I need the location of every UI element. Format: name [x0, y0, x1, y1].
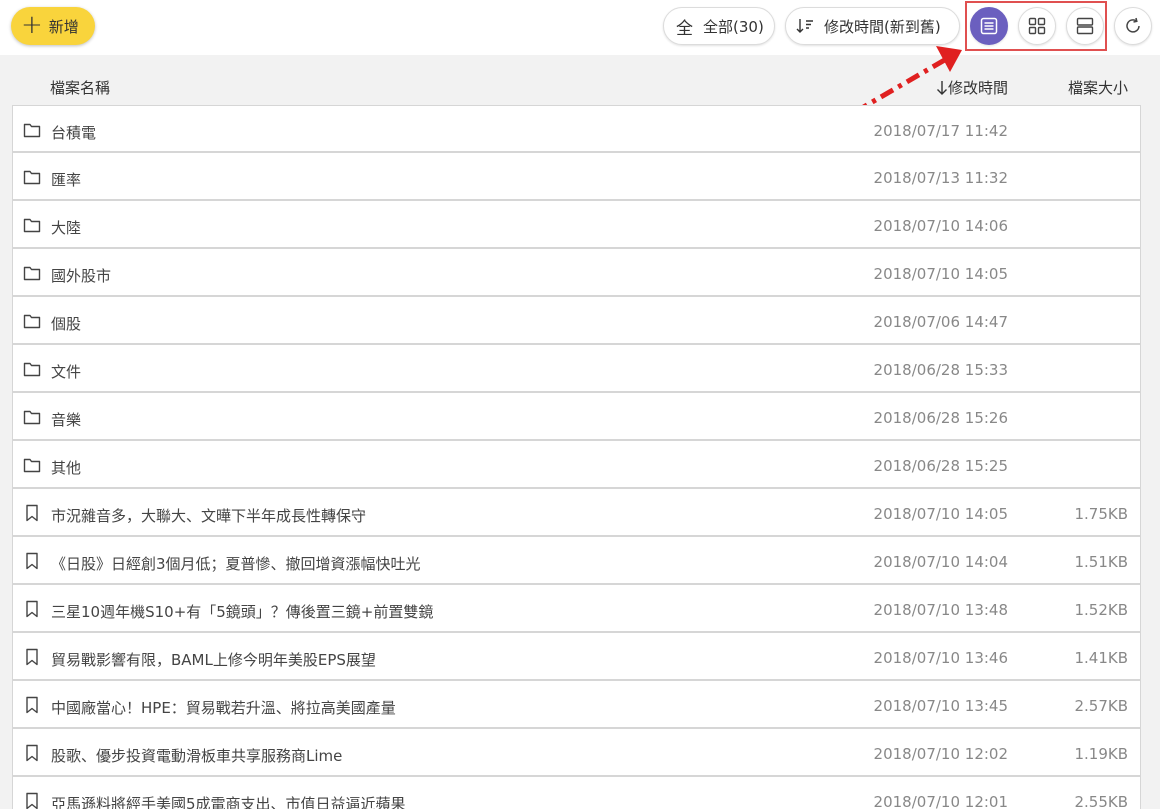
file-row[interactable]: 貿易戰影響有限，BAML上修今明年美股EPS展望 2018/07/10 13:46… — [12, 633, 1141, 681]
filter-all-icon: 全 — [676, 18, 693, 39]
file-row[interactable]: 市況雜音多，大聯大、文曄下半年成長性轉保守 2018/07/10 14:05 1.7… — [12, 489, 1141, 537]
bookmark-icon — [23, 504, 41, 522]
item-name: 其他 — [51, 459, 82, 477]
item-size: 1.75KB — [1074, 505, 1128, 523]
item-name: 音樂 — [51, 411, 82, 429]
sort-label: 修改時間(新到舊) — [824, 17, 941, 36]
item-size: 2.57KB — [1074, 697, 1128, 715]
item-modified-time: 2018/07/10 13:46 — [873, 649, 1008, 667]
folder-icon — [23, 121, 41, 139]
toolbar: + 新增 全 全部(30) 修改時間(新到舊) — [0, 0, 1160, 55]
item-name: 亞馬遜料將經手美國5成電商支出、市值日益逼近蘋果 — [51, 795, 406, 809]
item-name: 文件 — [51, 363, 82, 381]
item-name: 貿易戰影響有限，BAML上修今明年美股EPS展望 — [51, 651, 376, 669]
refresh-button[interactable] — [1114, 7, 1152, 45]
filter-label: 全部(30) — [703, 17, 764, 36]
item-name: 大陸 — [51, 219, 82, 237]
column-header-size[interactable]: 檔案大小 — [1068, 77, 1128, 98]
folder-row[interactable]: 文件 2018/06/28 15:33 — [12, 345, 1141, 393]
item-modified-time: 2018/07/10 12:02 — [873, 745, 1008, 763]
file-list: 台積電 2018/07/17 11:42 匯率 2018/07/13 11:32 大陸 2… — [12, 105, 1141, 809]
file-row[interactable]: 三星10週年機S10+有「5鏡頭」？傳後置三鏡+前置雙鏡 2018/07/10 1… — [12, 585, 1141, 633]
item-name: 《日股》日經創3個月低；夏普慘、撤回增資漲幅快吐光 — [51, 555, 421, 573]
item-name: 三星10週年機S10+有「5鏡頭」？傳後置三鏡+前置雙鏡 — [51, 603, 434, 621]
column-header-time-label: 修改時間 — [947, 79, 1008, 97]
item-size: 1.51KB — [1074, 553, 1128, 571]
file-row[interactable]: 亞馬遜料將經手美國5成電商支出、市值日益逼近蘋果 2018/07/10 12:01… — [12, 777, 1141, 809]
item-modified-time: 2018/07/10 13:48 — [873, 601, 1008, 619]
item-modified-time: 2018/07/10 14:06 — [873, 217, 1008, 235]
column-header-time[interactable]: 修改時間 — [936, 77, 1008, 98]
bookmark-icon — [23, 552, 41, 570]
folder-icon — [23, 408, 41, 426]
item-modified-time: 2018/06/28 15:25 — [873, 457, 1008, 475]
plus-icon: + — [21, 9, 43, 40]
folder-row[interactable]: 台積電 2018/07/17 11:42 — [12, 105, 1141, 153]
add-button-label: 新增 — [48, 17, 79, 36]
folder-icon — [23, 216, 41, 234]
item-name: 股歌、優步投資電動滑板車共享服務商Lime — [51, 747, 343, 765]
folder-row[interactable]: 大陸 2018/07/10 14:06 — [12, 201, 1141, 249]
arrow-down-icon — [936, 80, 947, 95]
item-size: 1.41KB — [1074, 649, 1128, 667]
item-name: 國外股市 — [51, 267, 112, 285]
folder-icon — [23, 360, 41, 378]
bookmark-icon — [23, 600, 41, 618]
item-name: 匯率 — [51, 171, 82, 189]
folder-row[interactable]: 個股 2018/07/06 14:47 — [12, 297, 1141, 345]
item-modified-time: 2018/06/28 15:33 — [873, 361, 1008, 379]
folder-row[interactable]: 音樂 2018/06/28 15:26 — [12, 393, 1141, 441]
folder-icon — [23, 264, 41, 282]
list-header: 檔案名稱 修改時間 檔案大小 — [12, 66, 1141, 104]
file-row[interactable]: 股歌、優步投資電動滑板車共享服務商Lime 2018/07/10 12:02 1.1… — [12, 729, 1141, 777]
filter-button[interactable]: 全 全部(30) — [663, 7, 775, 45]
item-modified-time: 2018/07/10 14:05 — [873, 265, 1008, 283]
folder-icon — [23, 456, 41, 474]
folder-row[interactable]: 其他 2018/06/28 15:25 — [12, 441, 1141, 489]
item-modified-time: 2018/07/10 14:05 — [873, 505, 1008, 523]
item-name: 市況雜音多，大聯大、文曄下半年成長性轉保守 — [51, 507, 367, 525]
file-row[interactable]: 中國廠當心！HPE：貿易戰若升溫、將拉高美國產量 2018/07/10 13:45… — [12, 681, 1141, 729]
add-button[interactable]: + 新增 — [11, 7, 95, 45]
item-name: 個股 — [51, 315, 82, 333]
item-modified-time: 2018/06/28 15:26 — [873, 409, 1008, 427]
item-size: 1.52KB — [1074, 601, 1128, 619]
item-modified-time: 2018/07/10 12:01 — [873, 793, 1008, 809]
bookmark-icon — [23, 696, 41, 714]
bookmark-icon — [23, 744, 41, 762]
sort-desc-icon — [796, 17, 814, 35]
item-name: 台積電 — [51, 124, 97, 142]
folder-icon — [23, 168, 41, 186]
bookmark-icon — [23, 792, 41, 809]
item-modified-time: 2018/07/13 11:32 — [873, 169, 1008, 187]
refresh-icon — [1126, 17, 1140, 33]
item-modified-time: 2018/07/10 13:45 — [873, 697, 1008, 715]
folder-row[interactable]: 國外股市 2018/07/10 14:05 — [12, 249, 1141, 297]
column-header-name[interactable]: 檔案名稱 — [50, 77, 110, 98]
file-row[interactable]: 《日股》日經創3個月低；夏普慘、撤回增資漲幅快吐光 2018/07/10 14:0… — [12, 537, 1141, 585]
view-mode-highlight — [965, 1, 1107, 51]
item-modified-time: 2018/07/06 14:47 — [873, 313, 1008, 331]
item-name: 中國廠當心！HPE：貿易戰若升溫、將拉高美國產量 — [51, 699, 396, 717]
item-modified-time: 2018/07/17 11:42 — [873, 122, 1008, 140]
bookmark-icon — [23, 648, 41, 666]
folder-row[interactable]: 匯率 2018/07/13 11:32 — [12, 153, 1141, 201]
item-modified-time: 2018/07/10 14:04 — [873, 553, 1008, 571]
item-size: 2.55KB — [1074, 793, 1128, 809]
folder-icon — [23, 312, 41, 330]
item-size: 1.19KB — [1074, 745, 1128, 763]
